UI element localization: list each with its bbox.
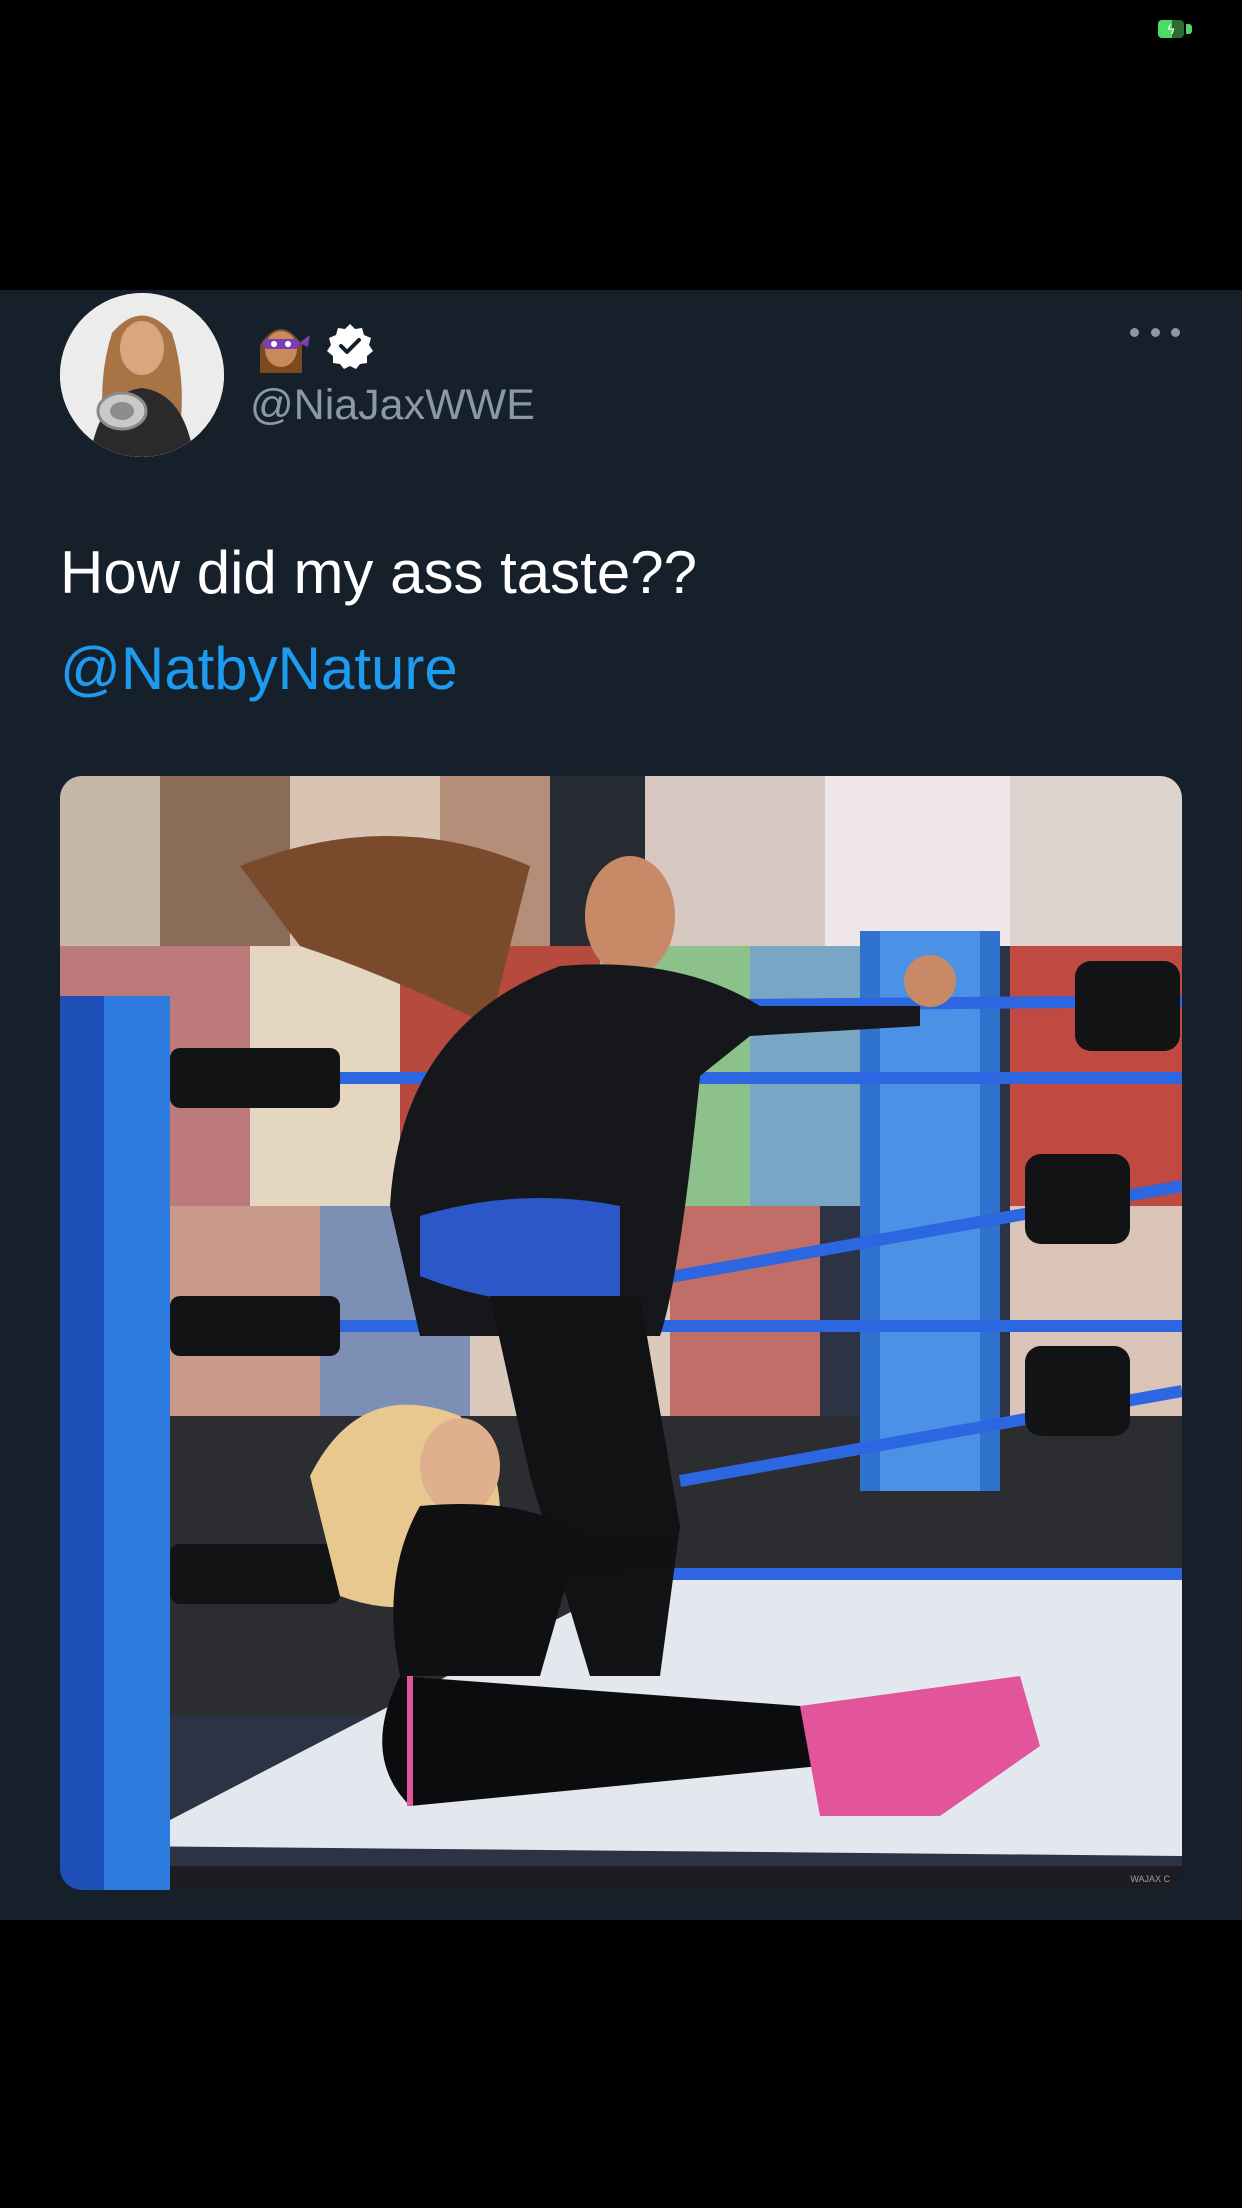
mention-link[interactable]: @NatbyNature: [60, 621, 1180, 717]
user-handle[interactable]: @NiaJaxWWE: [250, 375, 535, 435]
status-bar: ϟ: [0, 0, 1242, 60]
tweet-text: How did my ass taste?? @NatbyNature: [60, 525, 1180, 717]
tweet-card[interactable]: @NiaJaxWWE How did my ass taste?? @Natby…: [0, 290, 1242, 1920]
tweet-text-line: How did my ass taste??: [60, 539, 697, 606]
battery-charging-icon: ϟ: [1158, 20, 1184, 38]
more-options-icon[interactable]: [1130, 320, 1180, 344]
tweet-media-photo[interactable]: WAJAX C: [60, 776, 1182, 1890]
photo-credit: WAJAX C: [1130, 1874, 1170, 1884]
avatar[interactable]: [60, 293, 224, 457]
battery-cap: [1186, 24, 1192, 34]
verified-badge-icon: [327, 324, 373, 369]
woman-ninja-emoji-icon: [260, 329, 310, 373]
